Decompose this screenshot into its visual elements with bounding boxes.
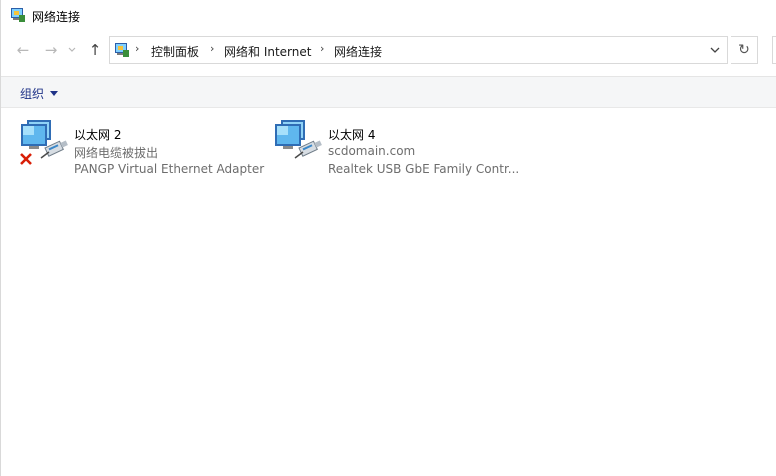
up-arrow-icon: ↑ — [88, 41, 102, 59]
adapter-name: 以太网 2 — [74, 128, 122, 142]
recent-locations-button[interactable] — [65, 40, 79, 60]
adapter-name: 以太网 4 — [328, 128, 376, 142]
command-bar: 组织 — [1, 76, 776, 108]
window: 网络连接 ← → ↑ › 控制面板 › 网络和 Internet › 网络连接 … — [0, 0, 776, 476]
network-adapter-icon — [20, 120, 68, 165]
breadcrumb-separator: › — [135, 42, 140, 55]
up-button[interactable]: ↑ — [85, 40, 105, 60]
breadcrumb-control-panel[interactable]: 控制面板 — [151, 43, 199, 60]
refresh-button[interactable]: ↻ — [731, 36, 758, 64]
adapter-device: PANGP Virtual Ethernet Adapter — [74, 162, 265, 176]
disconnected-x-icon — [20, 153, 32, 165]
organize-button[interactable]: 组织 — [20, 85, 59, 102]
address-history-button[interactable] — [707, 41, 723, 59]
adapter-item[interactable]: 以太网 4 scdomain.com Realtek USB GbE Famil… — [273, 116, 523, 176]
breadcrumb-network-connections[interactable]: 网络连接 — [334, 43, 382, 60]
breadcrumb-separator[interactable]: › — [320, 42, 324, 55]
caret-down-icon — [50, 91, 59, 96]
address-bar[interactable]: › 控制面板 › 网络和 Internet › 网络连接 — [109, 36, 728, 64]
navigation-row: ← → ↑ › 控制面板 › 网络和 Internet › 网络连接 ↻ — [1, 34, 776, 68]
refresh-icon: ↻ — [738, 42, 750, 58]
adapter-list: 以太网 2 网络电缆被拔出 PANGP Virtual Ethernet Ada… — [1, 108, 776, 476]
control-panel-icon — [115, 43, 129, 57]
breadcrumb-separator[interactable]: › — [210, 42, 214, 55]
chevron-down-icon — [710, 47, 720, 53]
breadcrumb-network-internet[interactable]: 网络和 Internet — [224, 43, 311, 60]
adapter-status: scdomain.com — [328, 144, 416, 158]
forward-button[interactable]: → — [41, 40, 61, 60]
network-adapter-icon — [275, 120, 322, 159]
title-bar: 网络连接 — [1, 0, 776, 32]
organize-label: 组织 — [20, 87, 45, 101]
search-input[interactable] — [772, 36, 776, 64]
forward-arrow-icon: → — [44, 41, 58, 59]
adapter-device: Realtek USB GbE Family Contr... — [328, 162, 520, 176]
adapter-status: 网络电缆被拔出 — [74, 146, 159, 160]
adapter-item[interactable]: 以太网 2 网络电缆被拔出 PANGP Virtual Ethernet Ada… — [19, 116, 269, 176]
chevron-down-icon — [68, 47, 76, 52]
network-connections-icon — [11, 8, 25, 22]
back-button[interactable]: ← — [13, 40, 33, 60]
back-arrow-icon: ← — [16, 41, 30, 59]
window-title: 网络连接 — [32, 10, 81, 24]
